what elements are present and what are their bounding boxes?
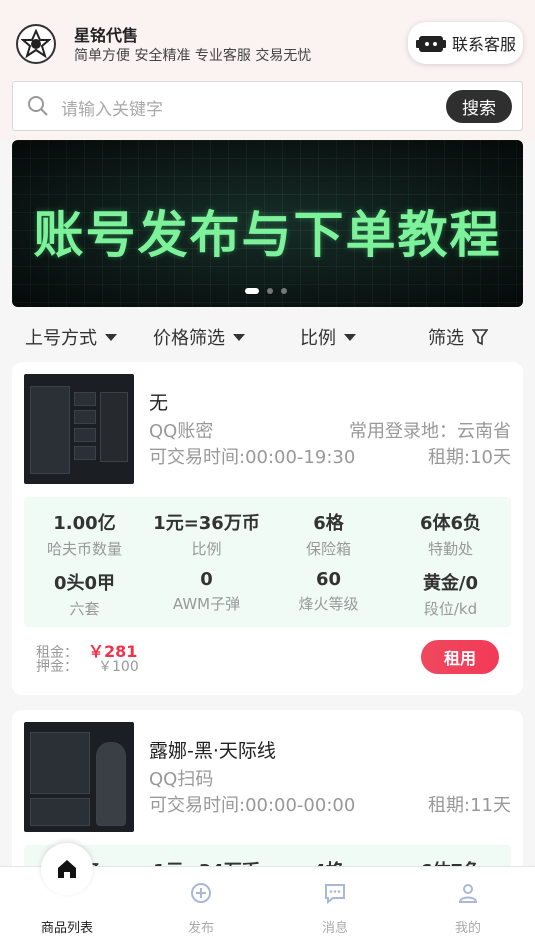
listing-stats: 1.00亿 哈夫币数量 1元=36万币 比例 6格 保险箱 6体6负 特勤处 0… (24, 497, 511, 627)
contact-service-button[interactable]: 联系客服 (408, 22, 523, 64)
deposit-label: 押金： (36, 659, 78, 675)
carousel-dot[interactable] (281, 288, 287, 294)
stat-item: 60 烽火等级 (268, 569, 389, 614)
rent-button[interactable]: 租用 (421, 640, 499, 674)
banner-text: 账号发布与下单教程 (33, 206, 502, 264)
stat-item: 1.00亿 哈夫币数量 (24, 509, 145, 559)
tab-label: 发布 (187, 921, 214, 936)
tab-publish[interactable]: 发布 (134, 867, 268, 951)
caret-down-icon (233, 333, 245, 341)
filter-login-method[interactable]: 上号方式 (25, 324, 117, 350)
filter-more-label: 筛选 (428, 328, 464, 349)
deposit-price: 押金： ￥100 (36, 656, 139, 676)
headset-icon (416, 36, 446, 52)
stat-label: 特勤处 (427, 540, 473, 558)
stat-value: 黄金/0 (422, 573, 479, 594)
stat-value: 1元=36万币 (153, 513, 260, 534)
listing-region: 常用登录地：云南省 (349, 421, 511, 442)
tab-label: 商品列表 (40, 921, 93, 936)
stat-item: 0 AWM子弹 (146, 569, 267, 614)
brand-logo-icon (16, 24, 56, 64)
brand-title: 星铭代售 (74, 26, 139, 45)
stat-value: 0头0甲 (53, 573, 116, 594)
filter-price[interactable]: 价格筛选 (153, 324, 245, 350)
home-icon (58, 860, 76, 878)
listing-trade-time: 可交易时间:00:00-00:00 (149, 795, 356, 816)
caret-down-icon (105, 333, 117, 341)
listing-rent-period: 租期:11天 (428, 795, 511, 816)
stat-value: 1.00亿 (53, 513, 116, 534)
filter-more[interactable]: 筛选 (428, 324, 488, 350)
search-bar[interactable]: 请输入关键字 搜索 (12, 81, 523, 131)
stat-label: 段位/kd (423, 600, 478, 618)
message-icon (325, 884, 345, 905)
caret-down-icon (344, 333, 356, 341)
filter-price-label: 价格筛选 (153, 328, 225, 349)
filter-bar: 上号方式 价格筛选 比例 筛选 (0, 316, 535, 356)
user-icon (458, 884, 478, 903)
tab-messages[interactable]: 消息 (268, 867, 402, 951)
tab-label: 我的 (454, 921, 481, 936)
listing-login-method: QQ账密 (149, 421, 214, 442)
home-tab-button[interactable] (41, 843, 93, 895)
filter-login-method-label: 上号方式 (25, 328, 97, 349)
listing-trade-time: 可交易时间:00:00-19:30 (149, 447, 356, 468)
stat-item: 6体6负 特勤处 (390, 509, 511, 559)
tab-profile[interactable]: 我的 (401, 867, 535, 951)
contact-service-label: 联系客服 (452, 35, 517, 54)
stat-label: AWM子弹 (172, 595, 241, 613)
filter-ratio-label: 比例 (300, 328, 336, 349)
listing-rent-period: 租期:10天 (428, 447, 511, 468)
search-input[interactable]: 请输入关键字 (61, 95, 163, 120)
funnel-icon (472, 329, 488, 346)
stat-label: 保险箱 (305, 540, 351, 558)
filter-ratio[interactable]: 比例 (300, 324, 356, 350)
search-icon (28, 96, 48, 116)
stat-item: 1元=36万币 比例 (146, 509, 267, 559)
tab-label: 消息 (321, 921, 348, 936)
deposit-amount: ￥100 (98, 659, 139, 675)
listing-thumbnail (24, 374, 134, 484)
listing-thumbnail (24, 722, 134, 832)
listing-title: 无 (149, 392, 169, 414)
brand-subtitle: 简单方便 安全精准 专业客服 交易无忧 (74, 48, 312, 64)
stat-item: 6格 保险箱 (268, 509, 389, 559)
stat-value: 60 (315, 569, 342, 590)
stat-value: 6格 (313, 513, 344, 534)
search-button[interactable]: 搜索 (446, 90, 512, 123)
carousel-indicators (245, 288, 287, 294)
carousel-dot[interactable] (245, 288, 259, 294)
stat-value: 6体6负 (419, 513, 482, 534)
stat-label: 哈夫币数量 (46, 540, 122, 558)
listing-login-method: QQ扫码 (149, 769, 214, 790)
stat-label: 烽火等级 (298, 595, 359, 613)
plus-circle-icon (191, 883, 211, 903)
stat-label: 比例 (191, 540, 222, 558)
listing-title: 露娜-黑·天际线 (149, 740, 276, 762)
stat-value: 0 (200, 569, 213, 590)
carousel-dot[interactable] (267, 288, 273, 294)
stat-label: 六套 (69, 600, 100, 618)
stat-item: 黄金/0 段位/kd (390, 569, 511, 619)
listing-card[interactable]: 无 QQ账密 常用登录地：云南省 可交易时间:00:00-19:30 租期:10… (12, 362, 523, 695)
stat-item: 0头0甲 六套 (24, 569, 145, 619)
banner-carousel[interactable]: 账号发布与下单教程 (12, 140, 523, 307)
